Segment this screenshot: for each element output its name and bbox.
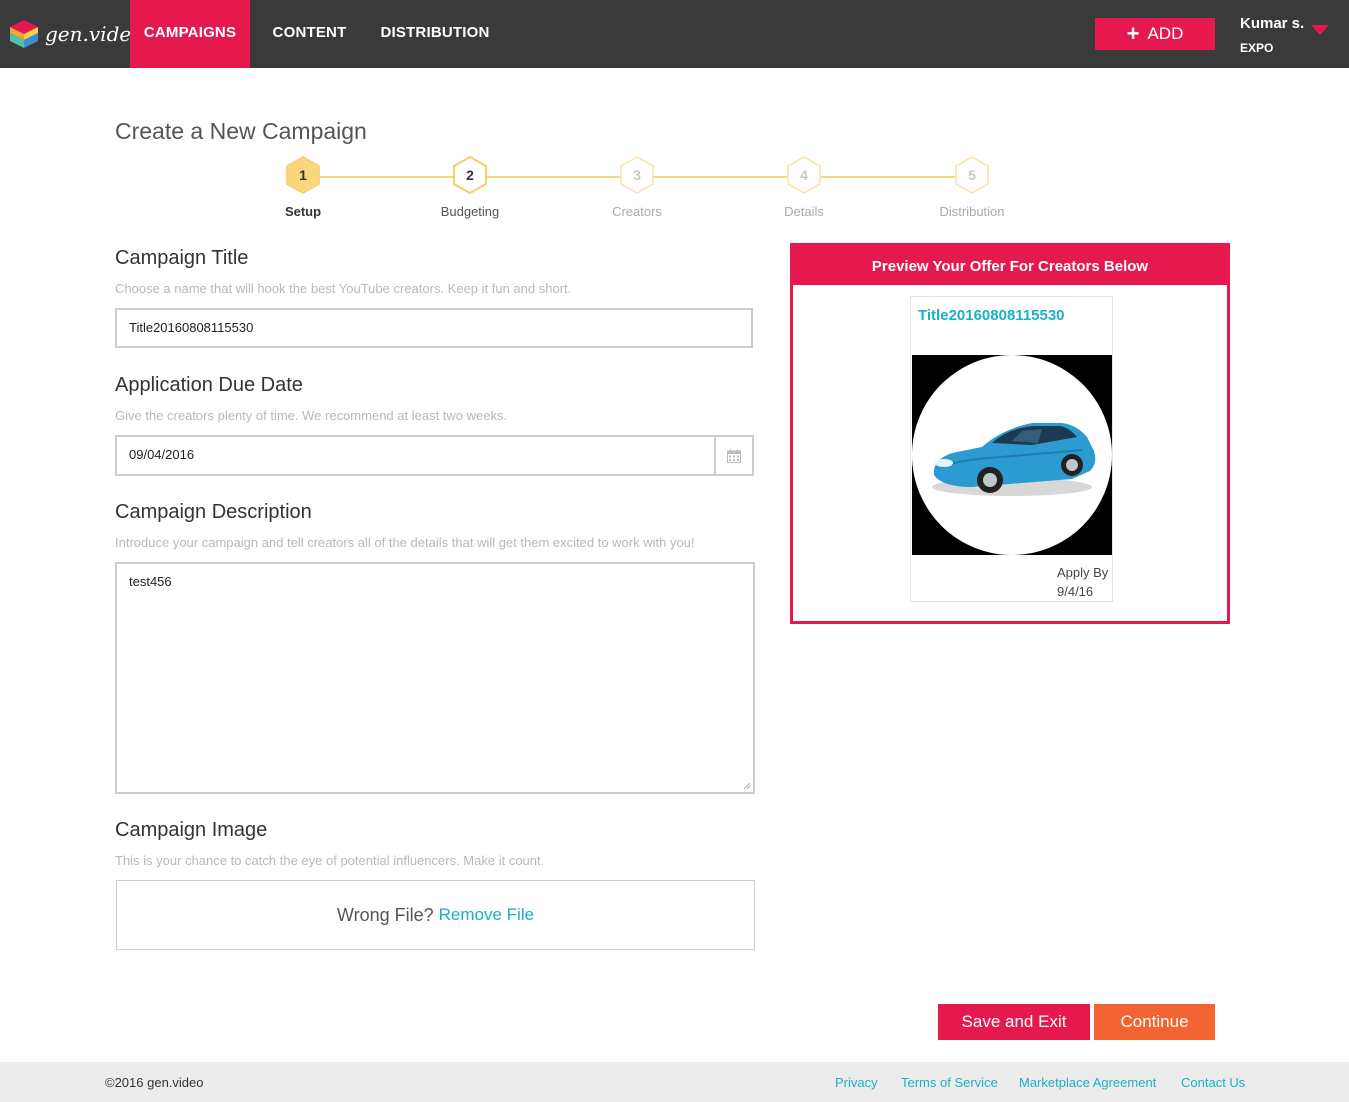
apply-by-label: Apply By [1057, 565, 1109, 580]
step-number: 1 [299, 167, 307, 183]
step-1-hexagon[interactable]: 1 [286, 156, 320, 194]
footer-link-privacy[interactable]: Privacy [835, 1075, 878, 1090]
resize-grip-icon[interactable] [743, 782, 751, 790]
step-number: 5 [968, 167, 976, 183]
description-label: Campaign Description [115, 501, 312, 523]
campaign-title-input[interactable]: Title20160808115530 [115, 308, 753, 348]
description-help: Introduce your campaign and tell creator… [115, 535, 695, 550]
add-button[interactable]: + ADD [1095, 18, 1215, 50]
step-3-hexagon[interactable]: 3 [620, 156, 654, 194]
save-and-exit-button[interactable]: Save and Exit [938, 1004, 1090, 1040]
footer: ©2016 gen.video Privacy Terms of Service… [0, 1062, 1349, 1102]
preview-heading: Preview Your Offer For Creators Below [793, 246, 1227, 285]
campaign-title-label: Campaign Title [115, 247, 249, 269]
offer-card-image [912, 355, 1112, 555]
step-label-setup: Setup [284, 204, 322, 219]
step-number: 2 [466, 167, 474, 183]
step-connector [820, 176, 955, 178]
nav-content[interactable]: CONTENT [262, 0, 357, 68]
step-label-details: Details [784, 204, 824, 219]
campaign-image-help: This is your chance to catch the eye of … [115, 853, 545, 868]
step-number: 4 [800, 167, 808, 183]
step-4-hexagon[interactable]: 4 [787, 156, 821, 194]
copyright: ©2016 gen.video [105, 1075, 204, 1090]
step-connector [318, 176, 454, 178]
page-title: Create a New Campaign [115, 118, 367, 144]
footer-link-terms[interactable]: Terms of Service [901, 1075, 998, 1090]
logo-mark-icon [10, 20, 38, 48]
logo-text: gen.video [45, 22, 144, 46]
offer-preview-panel: Preview Your Offer For Creators Below Ti… [790, 243, 1230, 624]
step-label-distribution: Distribution [939, 204, 1005, 219]
continue-button[interactable]: Continue [1094, 1004, 1215, 1040]
nav-campaigns[interactable]: CAMPAIGNS [130, 0, 250, 68]
due-date-label: Application Due Date [115, 374, 303, 396]
step-label-creators: Creators [612, 204, 662, 219]
add-button-label: ADD [1147, 24, 1184, 43]
logo[interactable]: gen.video [8, 18, 143, 50]
nav-distribution[interactable]: DISTRIBUTION [372, 0, 498, 68]
car-image [912, 355, 1112, 555]
caret-down-icon[interactable] [1311, 25, 1329, 35]
campaign-image-label: Campaign Image [115, 819, 268, 841]
apply-by-date: 9/4/16 [1057, 584, 1094, 599]
calendar-icon [727, 449, 741, 463]
plus-icon: + [1126, 21, 1140, 46]
remove-file-link[interactable]: Remove File [439, 905, 534, 925]
image-upload-box: Wrong File? Remove File [116, 880, 755, 950]
due-date-help: Give the creators plenty of time. We rec… [115, 408, 508, 423]
top-navigation-bar: gen.video CAMPAIGNS CONTENT DISTRIBUTION… [0, 0, 1349, 68]
step-number: 3 [633, 167, 641, 183]
step-5-hexagon[interactable]: 5 [955, 156, 989, 194]
footer-link-contact[interactable]: Contact Us [1181, 1075, 1245, 1090]
step-connector [486, 176, 621, 178]
campaign-title-help: Choose a name that will hook the best Yo… [115, 281, 572, 296]
wrong-file-text: Wrong File? [336, 904, 434, 925]
user-name[interactable]: Kumar s. [1240, 15, 1304, 32]
calendar-button[interactable] [714, 435, 754, 476]
user-organization: EXPO [1240, 41, 1274, 55]
step-2-hexagon[interactable]: 2 [453, 156, 487, 194]
due-date-input[interactable]: 09/04/2016 [115, 435, 716, 476]
step-label-budgeting: Budgeting [440, 204, 500, 219]
step-connector [653, 176, 788, 178]
apply-by: Apply By 9/4/16 [1057, 563, 1108, 601]
offer-card-title: Title20160808115530 [918, 307, 1065, 324]
offer-card[interactable]: Title20160808115530 Apply By 9/4/16 [910, 296, 1113, 602]
description-value: test456 [129, 574, 172, 589]
footer-link-marketplace-agreement[interactable]: Marketplace Agreement [1019, 1075, 1156, 1090]
description-textarea[interactable]: test456 [115, 562, 755, 794]
